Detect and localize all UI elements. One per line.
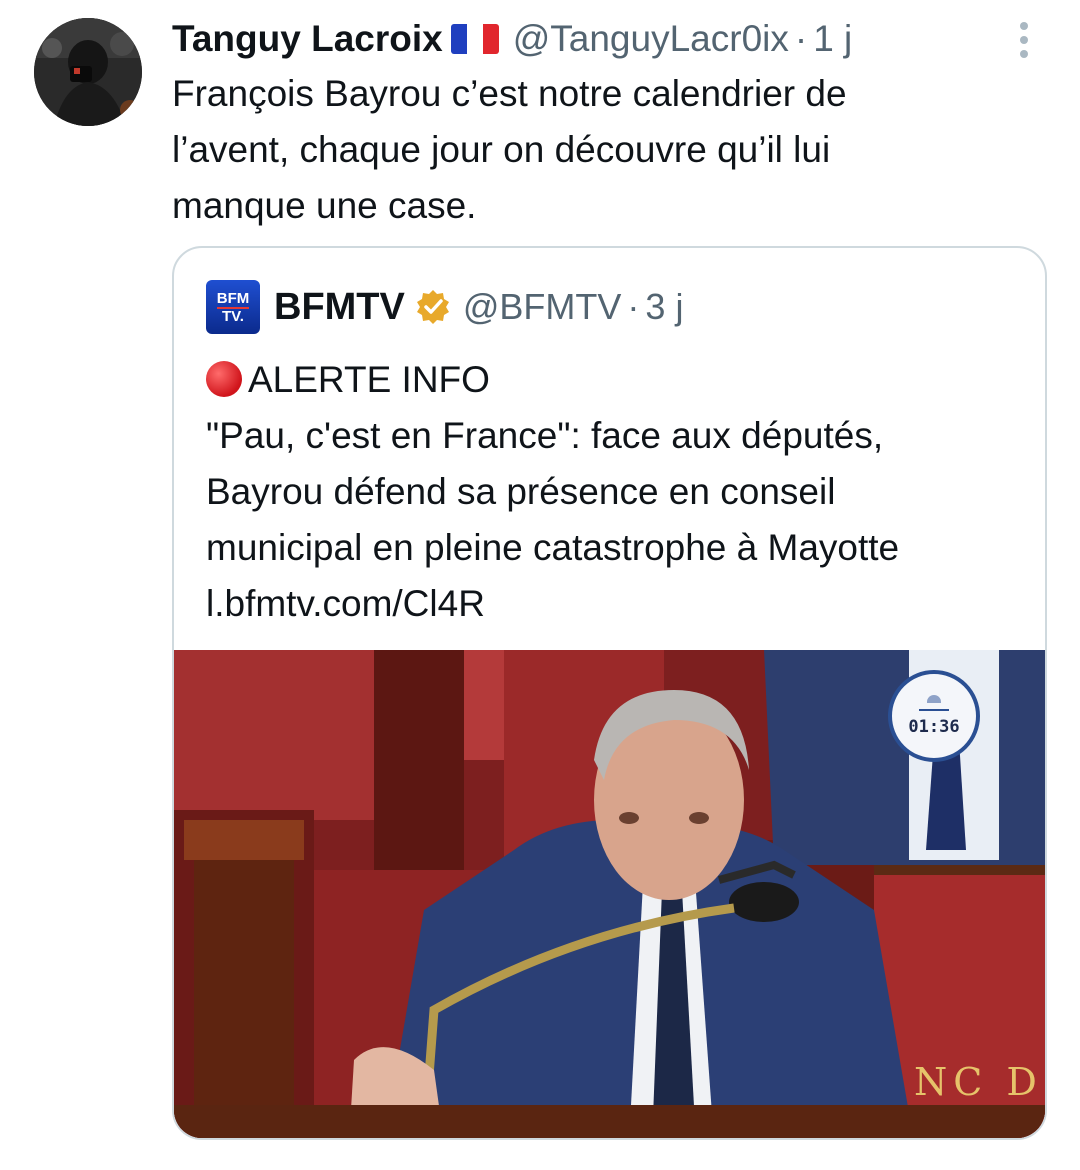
more-vertical-icon[interactable] — [1014, 22, 1034, 58]
alert-line: ALERTE INFO — [206, 352, 1026, 408]
bfmtv-logo[interactable]: BFM TV. — [206, 280, 260, 334]
author-handle[interactable]: @TanguyLacr0ix — [513, 18, 789, 60]
quoted-tweet-time[interactable]: 3 j — [645, 286, 683, 328]
assembly-logo-icon — [919, 695, 949, 711]
timer-badge: 01:36 — [888, 670, 980, 762]
separator-dot: · — [627, 286, 640, 327]
quoted-author-handle[interactable]: @BFMTV — [463, 286, 622, 328]
author-name[interactable]: Tanguy Lacroix — [172, 18, 443, 60]
quoted-text-line: municipal en pleine catastrophe à Mayott… — [206, 527, 900, 568]
quoted-text-line: "Pau, c'est en France": face aux députés… — [206, 415, 884, 456]
tweet-text: François Bayrou c’est notre calendrier d… — [172, 66, 972, 234]
quoted-tweet-text: ALERTE INFO "Pau, c'est en France": face… — [206, 352, 1026, 632]
tweet-time[interactable]: 1 j — [813, 18, 852, 60]
timer-value: 01:36 — [908, 717, 960, 737]
quoted-media-image[interactable]: 01:36 NC D — [174, 650, 1045, 1138]
tweet[interactable]: Tanguy Lacroix @TanguyLacr0ix · 1 j Fran… — [0, 0, 1080, 1170]
tweet-text-line: manque une case. — [172, 185, 477, 226]
logo-text-bottom: TV. — [222, 307, 244, 325]
quoted-link[interactable]: l.bfmtv.com/Cl4R — [206, 576, 1026, 632]
quoted-tweet[interactable]: BFM TV. BFMTV @BFMTV · 3 j ALERTE INFO "… — [172, 246, 1047, 1140]
quoted-author-name[interactable]: BFMTV — [274, 286, 405, 329]
separator-dot: · — [794, 18, 808, 59]
tweet-header: Tanguy Lacroix @TanguyLacr0ix · 1 j — [172, 14, 852, 64]
alert-label: ALERTE INFO — [248, 359, 490, 400]
red-circle-icon — [206, 361, 242, 397]
logo-text-top: BFM — [216, 289, 250, 309]
quoted-tweet-header: BFM TV. BFMTV @BFMTV · 3 j — [206, 278, 683, 336]
quoted-text-line: Bayrou défend sa présence en conseil — [206, 471, 836, 512]
tweet-text-line: François Bayrou c’est notre calendrier d… — [172, 73, 847, 114]
verified-gold-badge-icon — [416, 290, 449, 324]
tweet-text-line: l’avent, chaque jour on découvre qu’il l… — [172, 129, 831, 170]
france-flag-icon — [450, 24, 499, 54]
bench-inscription: NC D — [914, 1060, 1043, 1104]
author-avatar[interactable] — [34, 18, 142, 126]
